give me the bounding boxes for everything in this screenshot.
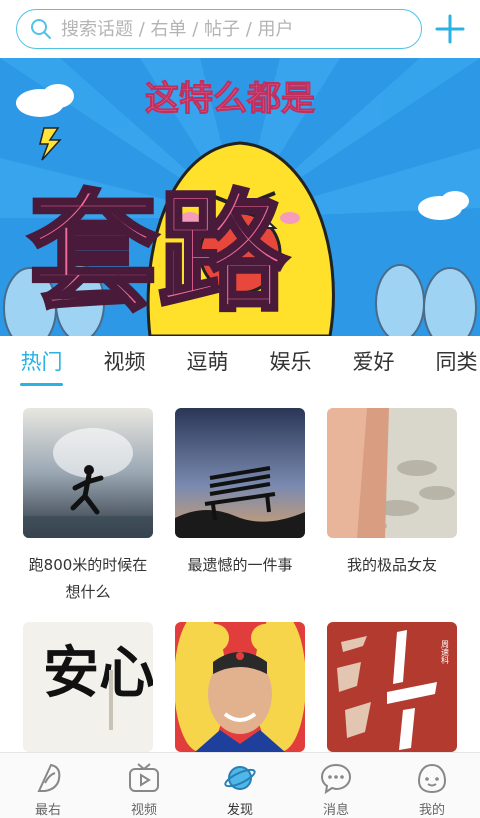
- nav-item-profile[interactable]: 我的: [384, 753, 480, 818]
- nav-label: 消息: [322, 803, 349, 818]
- top-bar: [0, 0, 480, 58]
- category-tabs: 热门 视频 逗萌 娱乐 爱好 同类: [0, 336, 480, 390]
- nav-item-messages[interactable]: 消息: [288, 753, 384, 818]
- topic-thumbnail-sailor-face: [175, 622, 305, 752]
- tab-similar[interactable]: 同类: [415, 336, 480, 390]
- tab-hot[interactable]: 热门: [0, 336, 83, 390]
- nav-label: 发现: [226, 803, 253, 818]
- banner-big-text: 套路: [28, 177, 289, 329]
- topic-card[interactable]: [175, 622, 305, 752]
- topic-thumbnail-runner: [23, 408, 153, 538]
- thumb-calligraphy-text: 安心: [43, 640, 153, 706]
- topic-thumbnail-legs: [327, 408, 457, 538]
- bottom-nav: 最右 视频 发现 消息 我的: [0, 752, 480, 818]
- planet-icon: [224, 766, 256, 790]
- banner-headline: 这特么都是: [145, 79, 315, 119]
- tab-entertainment[interactable]: 娱乐: [249, 336, 332, 390]
- topic-card[interactable]: 安心: [23, 622, 153, 752]
- add-icon[interactable]: [434, 13, 466, 45]
- tv-icon: [129, 763, 159, 792]
- profile-face-icon: [417, 763, 447, 794]
- topic-card[interactable]: 最遗憾的一件事: [175, 408, 305, 579]
- tab-cute[interactable]: 逗萌: [166, 336, 249, 390]
- search-input[interactable]: [61, 18, 401, 40]
- message-icon: [320, 763, 352, 795]
- search-icon: [31, 19, 51, 39]
- topic-thumbnail-bench: [175, 408, 305, 538]
- nav-item-discover[interactable]: 发现: [192, 753, 288, 818]
- zuiyou-icon: [37, 763, 61, 792]
- topic-card[interactable]: 跑800米的时候在想什么: [23, 408, 153, 606]
- topic-title: 最遗憾的一件事: [187, 556, 293, 574]
- promo-banner[interactable]: 这特么都是 套路: [0, 58, 480, 336]
- topic-card[interactable]: 我的极品女友: [327, 408, 457, 579]
- nav-item-zuiyou[interactable]: 最右: [0, 753, 96, 818]
- tab-hobby[interactable]: 爱好: [332, 336, 415, 390]
- topic-thumbnail-book-cover: 周速科: [327, 622, 457, 752]
- topic-thumbnail-calligraphy: 安心: [23, 622, 153, 752]
- nav-item-video[interactable]: 视频: [96, 753, 192, 818]
- thumb-book-text: 周速科: [441, 640, 450, 665]
- tab-video[interactable]: 视频: [83, 336, 166, 390]
- topic-card[interactable]: 周速科: [327, 622, 457, 752]
- nav-label: 我的: [418, 803, 445, 818]
- search-bar[interactable]: [16, 9, 422, 49]
- nav-label: 最右: [34, 803, 61, 818]
- topic-title: 跑800米的时候在想什么: [28, 556, 148, 601]
- topic-title: 我的极品女友: [346, 556, 437, 574]
- nav-label: 视频: [130, 803, 157, 818]
